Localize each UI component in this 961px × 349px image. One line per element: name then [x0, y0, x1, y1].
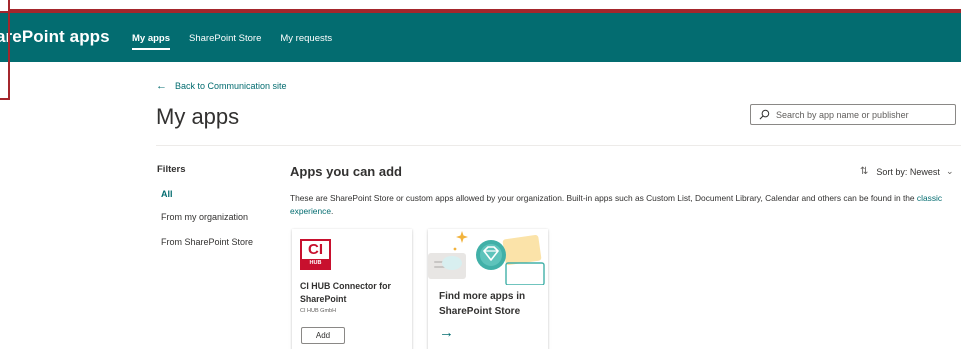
description-text: These are SharePoint Store or custom app…	[290, 193, 915, 203]
nav-my-requests[interactable]: My requests	[280, 13, 332, 62]
find-more-apps-label: Find more apps in SharePoint Store	[439, 291, 526, 317]
header-divider	[156, 145, 961, 146]
filter-from-organization[interactable]: From my organization	[161, 212, 248, 222]
suite-header: arePoint apps My apps SharePoint Store M…	[0, 11, 961, 62]
screenshot-frame-top	[10, 0, 961, 11]
app-card[interactable]: CI HUB CI HUB Connector for SharePoint C…	[292, 229, 412, 349]
logo-text: CI	[308, 241, 323, 258]
back-link-label: Back to Communication site	[175, 81, 287, 91]
sort-value: Newest	[909, 166, 940, 177]
filter-all[interactable]: All	[161, 189, 173, 199]
search-input[interactable]	[776, 109, 946, 120]
logo-subtext: HUB	[302, 259, 329, 268]
top-nav: My apps SharePoint Store My requests	[132, 13, 351, 62]
find-more-apps-card[interactable]: Find more apps in SharePoint Store →	[428, 229, 548, 349]
sort-label: Sort by:	[876, 166, 908, 177]
search-icon	[759, 109, 770, 120]
arrow-right-icon[interactable]: →	[439, 324, 454, 341]
chevron-down-icon: ⌄	[945, 166, 954, 176]
nav-sharepoint-store[interactable]: SharePoint Store	[189, 13, 261, 62]
app-publisher: CI HUB GmbH	[300, 308, 337, 314]
store-illustration	[428, 231, 545, 285]
sort-dropdown[interactable]: ⇅ Sort by: Newest ⌄	[860, 166, 953, 177]
ci-hub-logo: CI HUB	[300, 239, 331, 270]
app-title: arePoint apps	[0, 27, 110, 46]
sort-icon: ⇅	[860, 166, 869, 177]
back-link[interactable]: ← Back to Communication site	[156, 80, 287, 92]
nav-my-apps[interactable]: My apps	[132, 13, 171, 62]
arrow-left-icon: ←	[156, 80, 167, 92]
section-title: Apps you can add	[290, 164, 402, 179]
filter-from-store[interactable]: From SharePoint Store	[161, 237, 253, 247]
screenshot-frame-left	[0, 0, 10, 100]
page-title: My apps	[156, 104, 240, 129]
section-description: These are SharePoint Store or custom app…	[290, 192, 960, 217]
add-button[interactable]: Add	[301, 327, 345, 344]
filters-heading: Filters	[157, 164, 186, 175]
app-name: CI HUB Connector for SharePoint	[300, 281, 391, 304]
description-period: .	[330, 205, 334, 216]
search-box[interactable]	[750, 104, 956, 125]
